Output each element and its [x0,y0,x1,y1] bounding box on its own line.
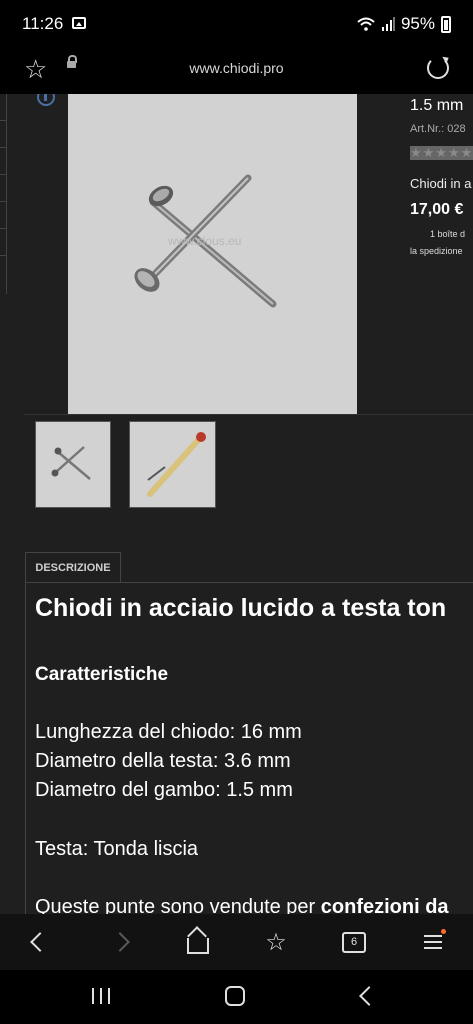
back-nav-icon[interactable] [359,986,379,1006]
tabs-count-icon: 6 [342,931,366,953]
product-price: 17,00 € [410,201,464,218]
description-title: Chiodi in acciaio lucido a testa ton [35,594,447,622]
thumbnail-match-image [147,432,206,497]
battery-icon [441,15,451,33]
back-arrow-icon [30,932,50,952]
product-article-number: Art.Nr.: 028 [410,123,466,135]
characteristics-heading: Caratteristiche [35,664,169,685]
spec-shank-diameter: Diametro del gambo: 1.5 mm [35,779,293,801]
url-bar: ☆ www.chiodi.pro [0,48,473,94]
sold-in-bold: confezioni da [320,896,449,914]
status-bar: 11:26 95% [0,0,473,48]
forward-arrow-icon [110,932,130,952]
home-nav-icon[interactable] [225,986,245,1006]
spec-length: Lunghezza del chiodo: 16 mm [35,721,302,743]
sold-in-prefix: Queste punte sono vendute per [35,896,321,914]
zoom-icon[interactable] [37,94,55,106]
box-note: 1 boîte d [430,229,466,239]
battery-percentage: 95% [400,14,435,33]
notification-dot [441,929,446,934]
back-button[interactable] [20,914,60,970]
rating-stars: ★★★★★ [410,146,473,160]
tab-description[interactable]: DESCRIZIONE [25,552,121,583]
sold-in-note: Queste punte sono vendute per confezioni… [35,896,449,914]
thumbnail-nails[interactable] [35,421,111,508]
image-watermark: www.clous.eu [168,234,242,248]
menu-icon [424,929,446,949]
spec-head-type: Testa: Tonda liscia [35,838,199,860]
product-size: 1.5 mm [410,97,464,114]
thumbnail-nails-image [51,446,91,480]
left-rail [0,94,7,294]
description-panel [25,582,473,914]
system-nav-bar [0,970,473,1024]
address-field[interactable]: www.chiodi.pro [0,60,473,76]
thumbnail-size-comparison[interactable] [129,421,216,508]
wifi-icon [357,17,375,31]
shipping-note[interactable]: la spedizione [410,246,463,256]
forward-button[interactable] [100,914,140,970]
status-indicators: 95% [357,14,451,34]
page-content: www.clous.eu 1.5 mm Art.Nr.: 028 ★★★★★ C… [0,94,473,914]
signal-icon [381,17,395,31]
spec-head-diameter: Diametro della testa: 3.6 mm [35,750,291,772]
menu-button[interactable] [413,914,453,970]
product-main-image[interactable]: www.clous.eu [68,94,357,414]
tabs-button[interactable]: 6 [334,914,374,970]
reload-icon[interactable] [427,57,449,79]
product-name[interactable]: Chiodi in a [410,176,471,191]
gallery-notification-icon [72,17,86,29]
nails-illustration [134,174,277,308]
home-icon [187,938,209,954]
divider [24,414,473,415]
bookmarks-star-icon: ☆ [265,928,287,956]
browser-toolbar: ☆ 6 [0,914,473,970]
status-time: 11:26 [22,14,64,33]
recents-icon[interactable] [92,988,110,1004]
home-button[interactable] [178,914,218,970]
bookmarks-button[interactable]: ☆ [256,914,296,970]
